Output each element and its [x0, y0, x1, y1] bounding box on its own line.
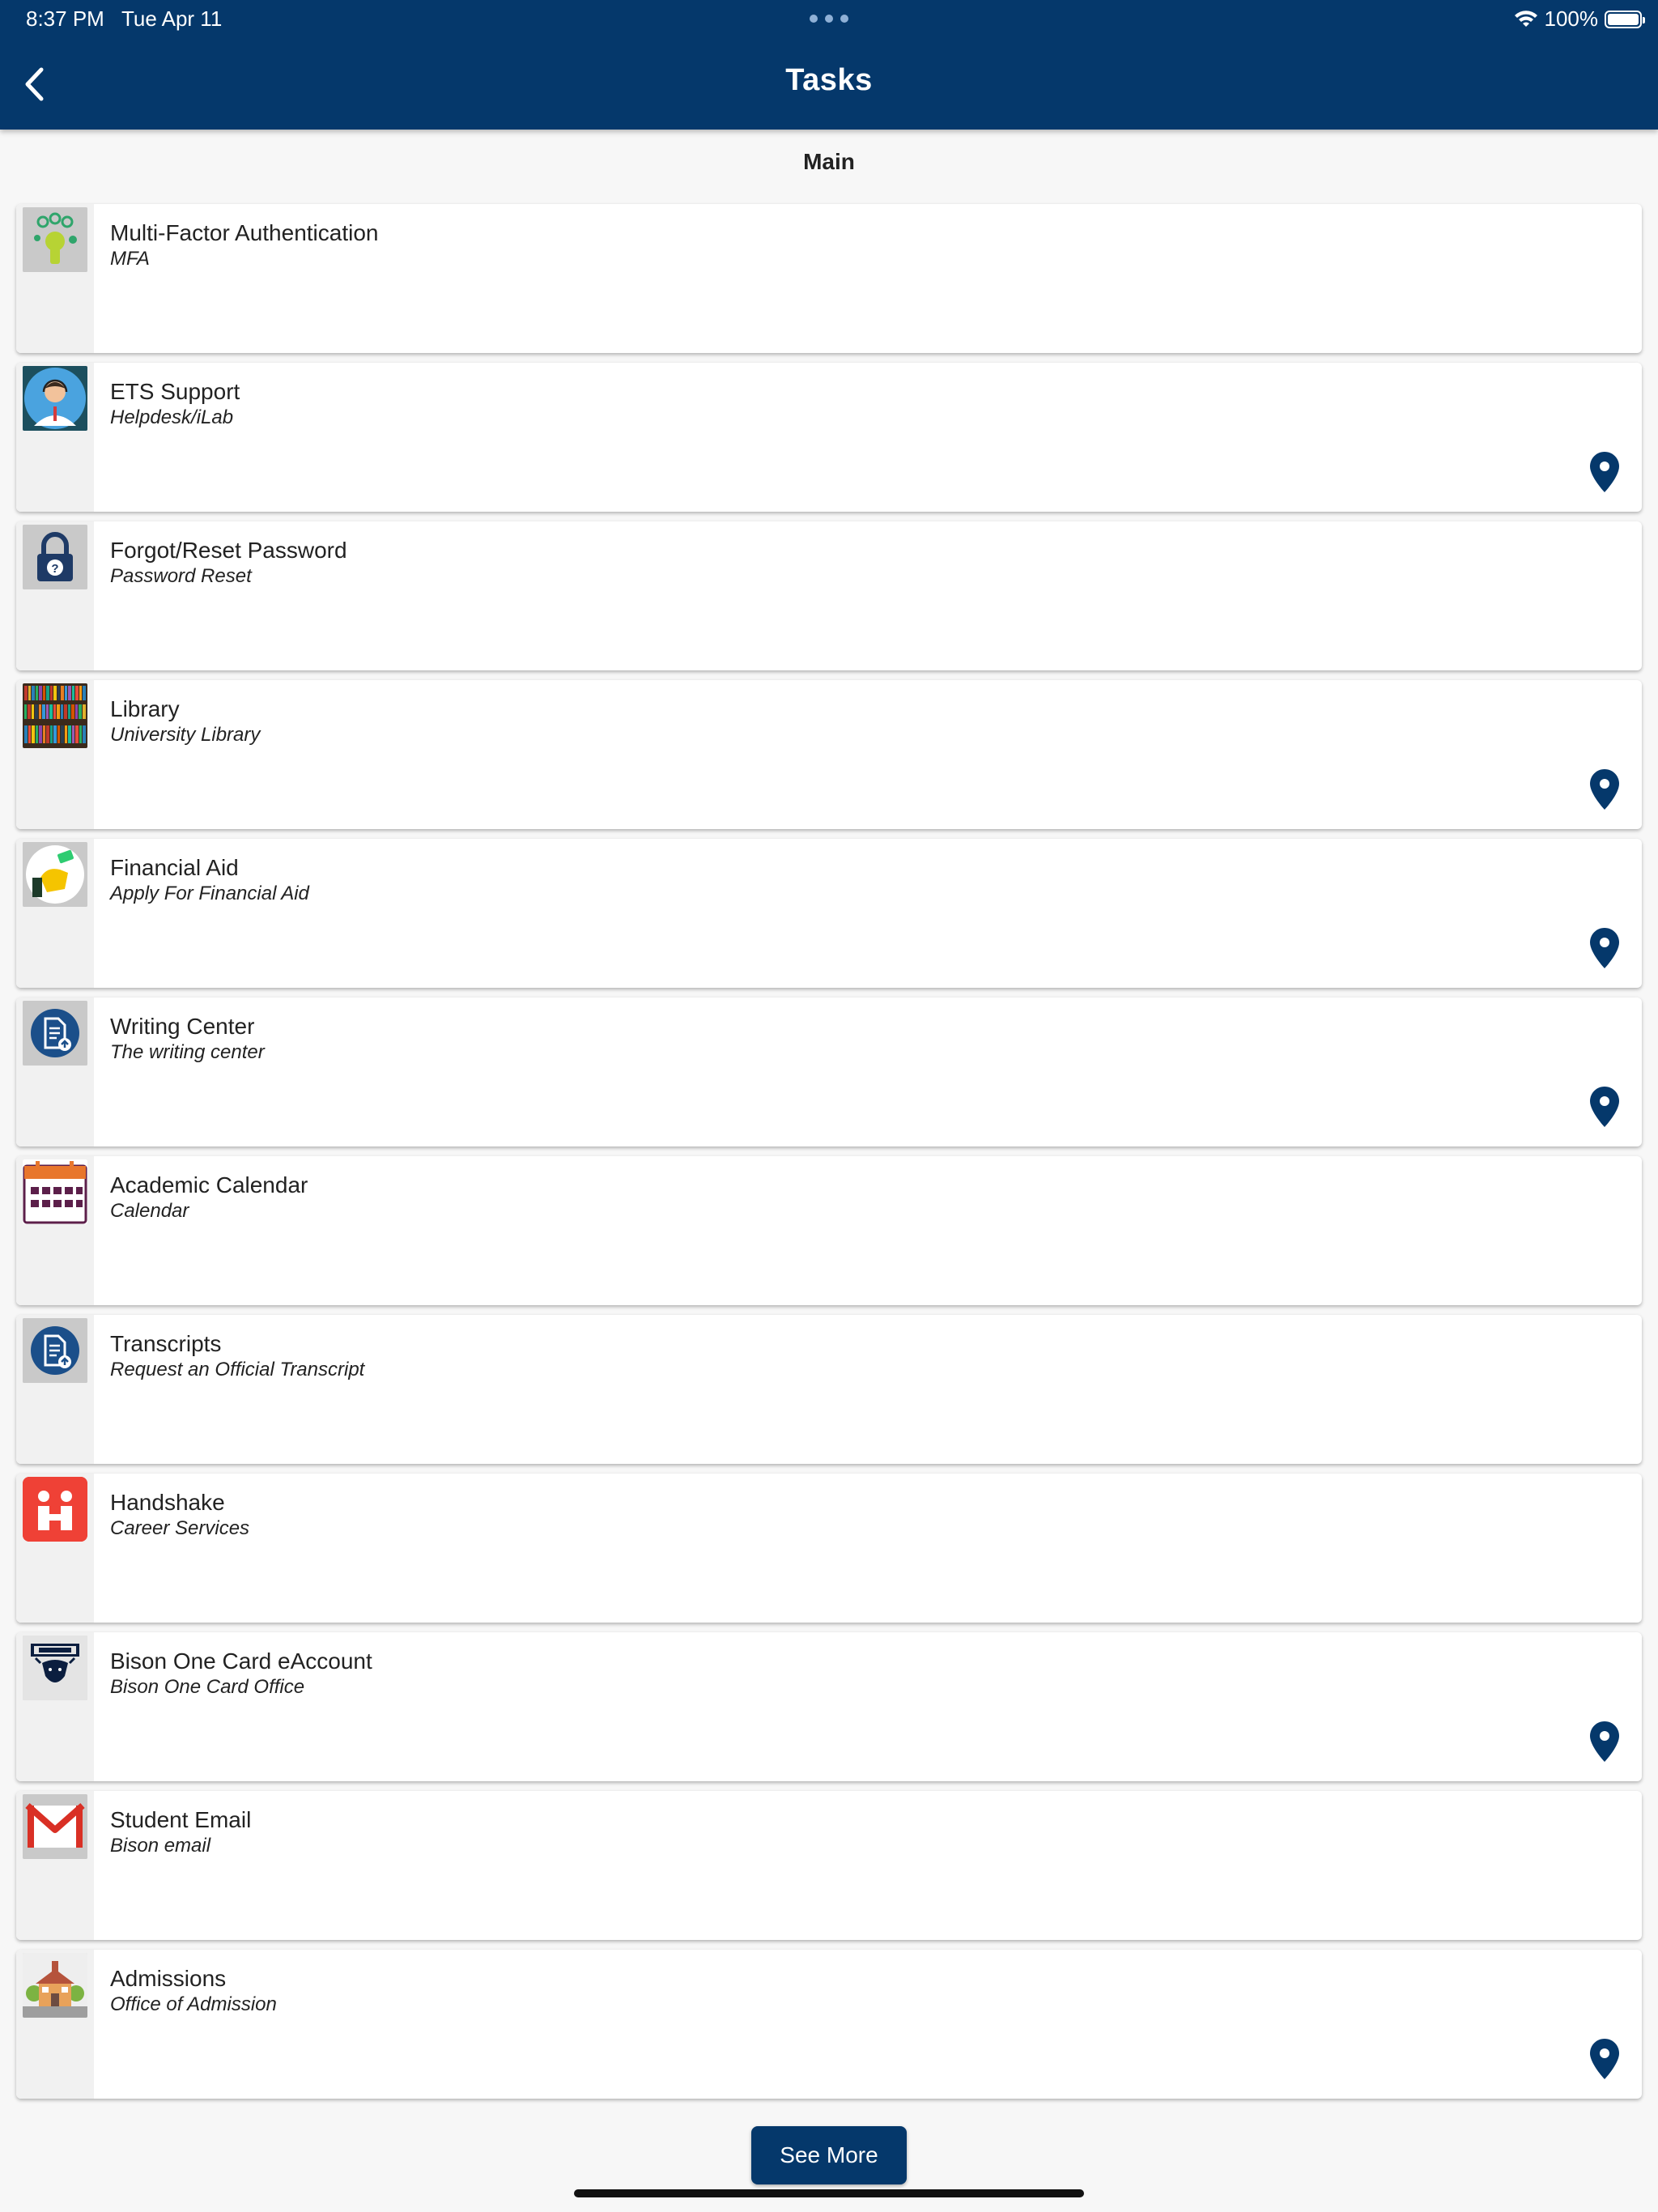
- task-title: Multi-Factor Authentication: [110, 220, 379, 245]
- school-building-icon: [23, 1953, 87, 2018]
- task-title: Student Email: [110, 1807, 252, 1832]
- task-subtitle: Request an Official Transcript: [110, 1359, 365, 1380]
- wifi-icon: [1514, 10, 1537, 27]
- task-title: Transcripts: [110, 1331, 222, 1356]
- task-card-reset-password[interactable]: ? Forgot/Reset Password Password Reset: [16, 521, 1642, 670]
- task-card-academic-calendar[interactable]: Academic Calendar Calendar: [16, 1156, 1642, 1305]
- task-subtitle: Career Services: [110, 1517, 250, 1539]
- bookshelf-icon: [23, 683, 87, 748]
- task-subtitle: The writing center: [110, 1041, 265, 1063]
- task-subtitle: Office of Admission: [110, 1993, 277, 2015]
- task-title: Handshake: [110, 1490, 225, 1515]
- multitasking-dots-icon[interactable]: [810, 15, 848, 23]
- task-card-ets-support[interactable]: ETS Support Helpdesk/iLab: [16, 363, 1642, 512]
- location-pin-icon[interactable]: [1590, 928, 1619, 968]
- task-title: Writing Center: [110, 1014, 255, 1039]
- task-title: Library: [110, 696, 180, 721]
- task-card-library[interactable]: Library University Library: [16, 680, 1642, 829]
- location-pin-icon[interactable]: [1590, 452, 1619, 492]
- task-subtitle: Calendar: [110, 1200, 189, 1222]
- task-subtitle: MFA: [110, 248, 150, 270]
- task-subtitle: Password Reset: [110, 565, 252, 587]
- task-subtitle: University Library: [110, 724, 261, 746]
- location-pin-icon[interactable]: [1590, 769, 1619, 810]
- task-subtitle: Bison One Card Office: [110, 1676, 305, 1698]
- svg-text:?: ?: [51, 562, 58, 576]
- money-hand-icon: [23, 842, 87, 907]
- task-title: Bison One Card eAccount: [110, 1648, 372, 1674]
- task-card-transcripts[interactable]: Transcripts Request an Official Transcri…: [16, 1315, 1642, 1464]
- task-title: ETS Support: [110, 379, 240, 404]
- task-title: Financial Aid: [110, 855, 239, 880]
- status-date: Tue Apr 11: [121, 6, 223, 31]
- task-card-writing-center[interactable]: Writing Center The writing center: [16, 998, 1642, 1146]
- handshake-logo-icon: [23, 1477, 87, 1542]
- bison-logo-icon: [23, 1636, 87, 1700]
- see-more-button[interactable]: See More: [751, 2126, 907, 2184]
- location-pin-icon[interactable]: [1590, 1087, 1619, 1127]
- task-card-student-email[interactable]: Student Email Bison email: [16, 1791, 1642, 1940]
- task-card-financial-aid[interactable]: Financial Aid Apply For Financial Aid: [16, 839, 1642, 988]
- task-card-admissions[interactable]: Admissions Office of Admission: [16, 1950, 1642, 2099]
- location-pin-icon[interactable]: [1590, 1721, 1619, 1762]
- document-upload-icon: [23, 1318, 87, 1383]
- task-card-bison-one-card[interactable]: Bison One Card eAccount Bison One Card O…: [16, 1632, 1642, 1781]
- mfa-icon: [23, 207, 87, 272]
- gmail-icon: [23, 1794, 87, 1859]
- document-upload-icon: [23, 1001, 87, 1066]
- task-subtitle: Apply For Financial Aid: [110, 883, 309, 904]
- location-pin-icon[interactable]: [1590, 2039, 1619, 2079]
- task-card-handshake[interactable]: Handshake Career Services: [16, 1474, 1642, 1623]
- section-heading: Main: [803, 149, 855, 174]
- task-subtitle: Bison email: [110, 1835, 211, 1857]
- support-agent-icon: [23, 366, 87, 431]
- task-card-mfa[interactable]: Multi-Factor Authentication MFA: [16, 204, 1642, 353]
- battery-percent: 100%: [1544, 6, 1599, 31]
- task-subtitle: Helpdesk/iLab: [110, 406, 234, 428]
- calendar-icon: [23, 1159, 87, 1224]
- task-title: Academic Calendar: [110, 1172, 308, 1197]
- page-title: Tasks: [785, 63, 873, 97]
- battery-icon: [1605, 10, 1645, 28]
- lock-icon: ?: [23, 525, 87, 589]
- task-title: Admissions: [110, 1966, 227, 1991]
- home-indicator[interactable]: [574, 2189, 1084, 2197]
- top-bar: 8:37 PM Tue Apr 11 100% Tasks: [0, 0, 1658, 130]
- status-indicators: 100%: [1514, 6, 1645, 32]
- task-title: Forgot/Reset Password: [110, 538, 347, 563]
- status-time: 8:37 PM: [26, 6, 104, 31]
